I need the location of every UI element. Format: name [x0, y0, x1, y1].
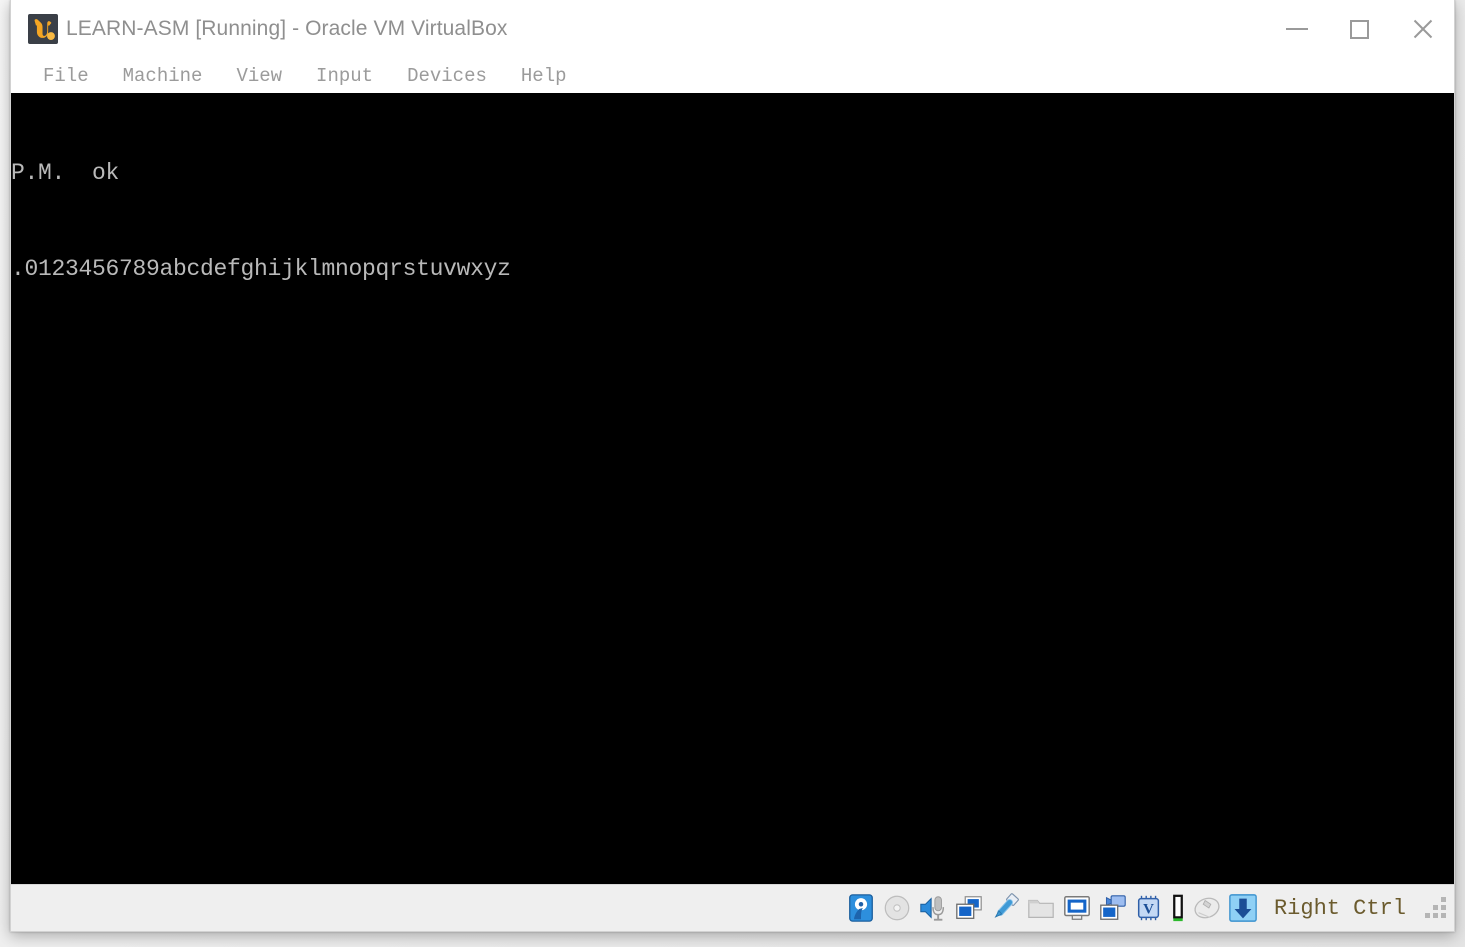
- audio-icon[interactable]: [918, 893, 948, 923]
- virtualbox-vm-window: LEARN-ASM [Running] - Oracle VM VirtualB…: [10, 0, 1455, 932]
- mouse-integration-icon[interactable]: [1192, 893, 1222, 923]
- menu-item-input[interactable]: Input: [304, 63, 385, 89]
- menu-item-file[interactable]: File: [31, 63, 101, 89]
- recording-icon[interactable]: [1098, 893, 1128, 923]
- minimize-button[interactable]: [1265, 0, 1328, 58]
- usb-icon[interactable]: [990, 893, 1020, 923]
- terminal-line: P.M. ok: [11, 160, 120, 186]
- window-controls: [1265, 0, 1454, 58]
- title-bar[interactable]: LEARN-ASM [Running] - Oracle VM VirtualB…: [11, 0, 1454, 58]
- network-icon[interactable]: [954, 893, 984, 923]
- desktop-background: LEARN-ASM [Running] - Oracle VM VirtualB…: [0, 0, 1465, 947]
- maximize-button[interactable]: [1328, 0, 1391, 58]
- virtualization-icon[interactable]: V: [1134, 893, 1164, 923]
- close-icon: [1411, 17, 1435, 41]
- terminal-line: .0123456789abcdefghijklmnopqrstuvwxyz: [11, 256, 511, 282]
- status-bar: V Right Ctrl: [11, 884, 1454, 931]
- shared-folders-icon[interactable]: [1026, 893, 1056, 923]
- hard-disk-icon[interactable]: [846, 893, 876, 923]
- minimize-icon: [1285, 28, 1308, 30]
- keyboard-indicator-icon[interactable]: [1170, 893, 1186, 923]
- svg-text:V: V: [1143, 902, 1154, 918]
- host-key-label: Right Ctrl: [1273, 895, 1406, 921]
- optical-disk-icon[interactable]: [882, 893, 912, 923]
- menu-item-machine[interactable]: Machine: [111, 63, 215, 89]
- menu-item-devices[interactable]: Devices: [395, 63, 499, 89]
- terminal-output: P.M. ok .0123456789abcdefghijklmnopqrstu…: [11, 93, 511, 349]
- virtualbox-logo-icon: [28, 14, 58, 44]
- guest-screen[interactable]: P.M. ok .0123456789abcdefghijklmnopqrstu…: [11, 93, 1454, 884]
- menu-bar: File Machine View Input Devices Help: [11, 58, 1454, 93]
- window-title: LEARN-ASM [Running] - Oracle VM VirtualB…: [66, 17, 508, 40]
- close-button[interactable]: [1391, 0, 1454, 58]
- resize-grip-icon[interactable]: [1424, 897, 1446, 919]
- maximize-icon: [1350, 19, 1369, 39]
- menu-item-help[interactable]: Help: [509, 63, 579, 89]
- status-icon-group: V: [846, 893, 1262, 923]
- host-key-icon[interactable]: [1228, 893, 1258, 923]
- display-icon[interactable]: [1062, 893, 1092, 923]
- menu-item-view[interactable]: View: [224, 63, 294, 89]
